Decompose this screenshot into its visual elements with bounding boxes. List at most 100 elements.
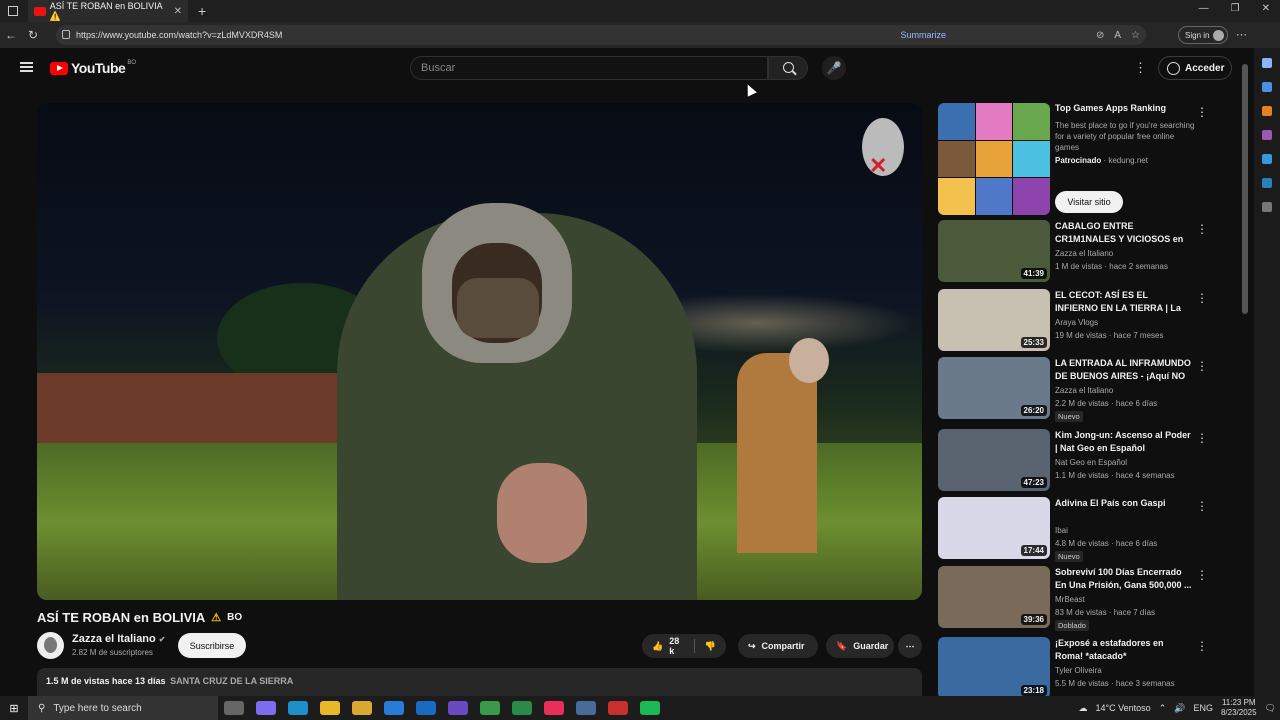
video-thumbnail[interactable]: 26:20 bbox=[938, 357, 1050, 419]
close-window-icon[interactable]: ✕ bbox=[1262, 3, 1270, 14]
video-player[interactable]: ✕ bbox=[37, 103, 922, 600]
outlook-sidebar-icon[interactable] bbox=[1262, 154, 1272, 164]
dislike-icon[interactable]: 👎 bbox=[705, 641, 716, 652]
refresh-icon[interactable]: ↻ bbox=[22, 28, 44, 42]
channel-name[interactable]: Zazza el Italiano ✔ bbox=[72, 633, 165, 645]
related-video-item[interactable]: 26:20 LA ENTRADA AL INFRAMUNDO DE BUENOS… bbox=[938, 357, 1210, 422]
related-video-channel[interactable]: Tyler Oliveira bbox=[1055, 666, 1102, 675]
taskbar-search-input[interactable]: ⚲ Type here to search bbox=[28, 696, 218, 720]
weather-text[interactable]: 14°C Ventoso bbox=[1096, 703, 1151, 713]
sheets-app-icon[interactable] bbox=[512, 701, 532, 715]
menu-icon[interactable] bbox=[20, 62, 33, 72]
copilot-app-icon[interactable] bbox=[256, 701, 276, 715]
visit-site-button[interactable]: Visitar sitio bbox=[1055, 191, 1123, 213]
browser-signin-button[interactable]: Sign in bbox=[1178, 26, 1228, 44]
chrome-profile-icon[interactable] bbox=[480, 701, 500, 715]
volume-icon[interactable]: 🔊 bbox=[1174, 703, 1185, 714]
back-icon[interactable]: ← bbox=[0, 28, 22, 42]
related-video-title[interactable]: EL CECOT: ASÍ ES EL INFIERNO EN LA TIERR… bbox=[1055, 289, 1193, 315]
related-video-title[interactable]: Sobreviví 100 Días Encerrado En Una Pris… bbox=[1055, 566, 1193, 592]
related-video-item[interactable]: 17:44 Adivina El País con Gaspi Ibai 4.8… bbox=[938, 497, 1210, 562]
tools-sidebar-icon[interactable] bbox=[1262, 130, 1272, 140]
related-video-item[interactable]: 25:33 EL CECOT: ASÍ ES EL INFIERNO EN LA… bbox=[938, 289, 1210, 351]
video-thumbnail[interactable]: 25:33 bbox=[938, 289, 1050, 351]
more-options-icon[interactable]: ⋮ bbox=[1134, 60, 1147, 76]
related-video-channel[interactable]: Zazza el Italiano bbox=[1055, 386, 1113, 395]
related-video-title[interactable]: Kim Jong-un: Ascenso al Poder | Nat Geo … bbox=[1055, 429, 1193, 455]
add-sidebar-icon[interactable] bbox=[1262, 202, 1272, 212]
favorite-star-icon[interactable]: ☆ bbox=[1131, 30, 1140, 41]
signin-button[interactable]: Acceder bbox=[1158, 56, 1232, 80]
tiktok-app-icon[interactable] bbox=[544, 701, 564, 715]
reader-icon[interactable]: ⊘ bbox=[1096, 30, 1104, 41]
app-icon-8[interactable] bbox=[448, 701, 468, 715]
search-icon[interactable] bbox=[768, 56, 808, 80]
related-video-channel[interactable]: MrBeast bbox=[1055, 595, 1085, 604]
page-scrollbar[interactable] bbox=[1241, 58, 1249, 688]
language-indicator[interactable]: ENG bbox=[1193, 703, 1213, 713]
related-video-title[interactable]: Adivina El País con Gaspi bbox=[1055, 497, 1193, 510]
maximize-icon[interactable]: ❐ bbox=[1231, 3, 1240, 14]
related-video-title[interactable]: CABALGO ENTRE CR1M1NALES Y VICIOSOS en .… bbox=[1055, 220, 1193, 246]
related-video-more-icon[interactable]: ⋮ bbox=[1196, 222, 1208, 236]
video-thumbnail[interactable]: 47:23 bbox=[938, 429, 1050, 491]
related-video-item[interactable]: 39:36 Sobreviví 100 Días Encerrado En Un… bbox=[938, 566, 1210, 631]
channel-avatar[interactable] bbox=[37, 632, 64, 659]
chrome-app-icon[interactable] bbox=[320, 701, 340, 715]
subscribe-button[interactable]: Suscribirse bbox=[178, 633, 246, 658]
ad-more-icon[interactable]: ⋮ bbox=[1196, 105, 1208, 119]
clock[interactable]: 11:23 PM 8/23/2025 bbox=[1221, 698, 1257, 718]
like-icon[interactable]: 👍 bbox=[652, 641, 663, 652]
windows-start-icon[interactable]: ⊞ bbox=[0, 702, 28, 715]
youtube-logo[interactable]: YouTube BO bbox=[50, 60, 136, 76]
related-video-item[interactable]: 23:18 ¡Exposé a estafadores en Roma! *at… bbox=[938, 637, 1210, 699]
related-video-more-icon[interactable]: ⋮ bbox=[1196, 291, 1208, 305]
video-thumbnail[interactable]: 39:36 bbox=[938, 566, 1050, 628]
video-thumbnail[interactable]: 23:18 bbox=[938, 637, 1050, 699]
related-video-more-icon[interactable]: ⋮ bbox=[1196, 639, 1208, 653]
close-tab-icon[interactable]: ✕ bbox=[174, 6, 182, 17]
related-video-more-icon[interactable]: ⋮ bbox=[1196, 568, 1208, 582]
search-sidebar-icon[interactable] bbox=[1262, 58, 1272, 68]
more-actions-icon[interactable]: ⋯ bbox=[898, 634, 922, 658]
store-app-icon[interactable] bbox=[384, 701, 404, 715]
browser-tab[interactable]: ASÍ TE ROBAN en BOLIVIA ⚠️ ✕ bbox=[28, 0, 188, 22]
related-video-more-icon[interactable]: ⋮ bbox=[1196, 359, 1208, 373]
task-view-icon[interactable] bbox=[224, 701, 244, 715]
shopping-sidebar-icon[interactable] bbox=[1262, 106, 1272, 116]
new-tab-icon[interactable]: + bbox=[198, 3, 206, 19]
sponsored-ad[interactable]: Top Games Apps Ranking The best place to… bbox=[938, 103, 1210, 215]
like-count[interactable]: 28 k bbox=[669, 636, 680, 656]
translate-icon[interactable]: A bbox=[1114, 30, 1121, 41]
save-button[interactable]: 🔖 Guardar bbox=[826, 634, 894, 658]
scrollbar-thumb[interactable] bbox=[1242, 64, 1248, 314]
location-tag[interactable]: SANTA CRUZ DE LA SIERRA bbox=[170, 676, 293, 686]
window-menu-icon[interactable] bbox=[8, 6, 18, 16]
app-icon-12[interactable] bbox=[576, 701, 596, 715]
video-thumbnail[interactable]: 41:39 bbox=[938, 220, 1050, 282]
related-video-item[interactable]: 41:39 CABALGO ENTRE CR1M1NALES Y VICIOSO… bbox=[938, 220, 1210, 282]
share-button[interactable]: ↪ Compartir bbox=[738, 634, 818, 658]
notifications-icon[interactable]: 🗨 bbox=[1265, 703, 1276, 714]
copilot-sidebar-icon[interactable] bbox=[1262, 82, 1272, 92]
related-video-item[interactable]: 47:23 Kim Jong-un: Ascenso al Poder | Na… bbox=[938, 429, 1210, 491]
send-sidebar-icon[interactable] bbox=[1262, 178, 1272, 188]
related-video-channel[interactable]: Nat Geo en Español bbox=[1055, 458, 1127, 467]
related-video-channel[interactable]: Araya Vlogs bbox=[1055, 318, 1098, 327]
description-box[interactable]: 1.5 M de vistas hace 13 días SANTA CRUZ … bbox=[37, 668, 922, 696]
spotify-app-icon[interactable] bbox=[640, 701, 660, 715]
weather-icon[interactable]: ☁ bbox=[1079, 703, 1088, 714]
related-video-more-icon[interactable]: ⋮ bbox=[1196, 499, 1208, 513]
url-field[interactable]: https://www.youtube.com/watch?v=zLdMVXDR… bbox=[56, 25, 1146, 45]
file-explorer-icon[interactable] bbox=[352, 701, 372, 715]
related-video-channel[interactable]: Ibai bbox=[1055, 526, 1068, 535]
related-video-title[interactable]: ¡Exposé a estafadores en Roma! *atacado* bbox=[1055, 637, 1193, 663]
outlook-app-icon[interactable] bbox=[416, 701, 436, 715]
related-video-more-icon[interactable]: ⋮ bbox=[1196, 431, 1208, 445]
search-input[interactable]: Buscar bbox=[410, 56, 768, 80]
video-thumbnail[interactable]: 17:44 bbox=[938, 497, 1050, 559]
edge-app-icon[interactable] bbox=[288, 701, 308, 715]
browser-menu-icon[interactable]: ⋯ bbox=[1236, 28, 1247, 41]
minimize-icon[interactable]: — bbox=[1199, 3, 1209, 14]
ad-title[interactable]: Top Games Apps Ranking bbox=[1055, 103, 1166, 113]
